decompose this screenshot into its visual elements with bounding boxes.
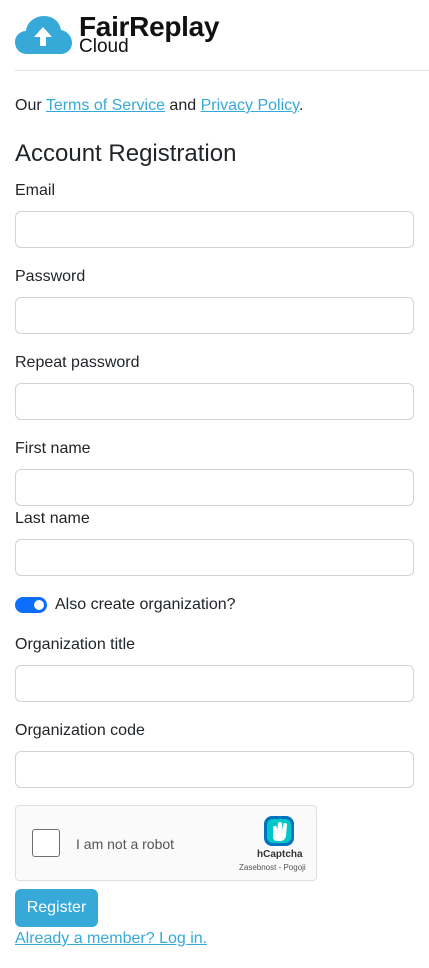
organization-title-label: Organization title bbox=[15, 636, 136, 653]
register-button[interactable]: Register bbox=[15, 889, 98, 927]
captcha-links[interactable]: Zasebnost - Pogoji bbox=[239, 863, 306, 872]
terms-suffix: . bbox=[298, 97, 304, 114]
email-label: Email bbox=[15, 182, 56, 199]
cloud-upload-icon[interactable] bbox=[15, 14, 72, 56]
login-link[interactable]: Already a member? Log in. bbox=[15, 930, 207, 948]
hcaptcha-widget: I am not a robot hCaptcha Zasebnost - Po… bbox=[15, 805, 317, 881]
captcha-checkbox[interactable] bbox=[32, 829, 60, 857]
terms-of-service-link[interactable]: Terms of Service bbox=[46, 97, 165, 114]
repeat-password-field[interactable] bbox=[15, 383, 414, 420]
first-name-field[interactable] bbox=[15, 469, 414, 506]
captcha-brand: hCaptcha bbox=[257, 849, 303, 860]
password-label: Password bbox=[15, 268, 86, 285]
page-title: Account Registration bbox=[15, 140, 237, 167]
privacy-policy-link[interactable]: Privacy Policy bbox=[201, 97, 299, 114]
last-name-label: Last name bbox=[15, 510, 90, 527]
create-organization-label[interactable]: Also create organization? bbox=[55, 596, 236, 614]
terms-prefix: Our bbox=[15, 97, 46, 114]
hcaptcha-logo-icon bbox=[264, 816, 294, 846]
email-field[interactable] bbox=[15, 211, 414, 248]
terms-and: and bbox=[164, 97, 201, 114]
password-field[interactable] bbox=[15, 297, 414, 334]
create-organization-toggle[interactable] bbox=[15, 597, 47, 613]
repeat-password-label: Repeat password bbox=[15, 354, 140, 371]
organization-code-label: Organization code bbox=[15, 722, 145, 739]
organization-title-field[interactable] bbox=[15, 665, 414, 702]
toggle-knob bbox=[34, 600, 44, 610]
captcha-text: I am not a robot bbox=[76, 836, 175, 852]
header: FairReplay Cloud bbox=[15, 12, 429, 71]
first-name-label: First name bbox=[15, 440, 91, 457]
last-name-field[interactable] bbox=[15, 539, 414, 576]
terms-text: Our Terms of Service and Privacy Policy. bbox=[15, 97, 303, 115]
organization-code-field[interactable] bbox=[15, 751, 414, 788]
brand-subtitle: Cloud bbox=[79, 36, 129, 57]
